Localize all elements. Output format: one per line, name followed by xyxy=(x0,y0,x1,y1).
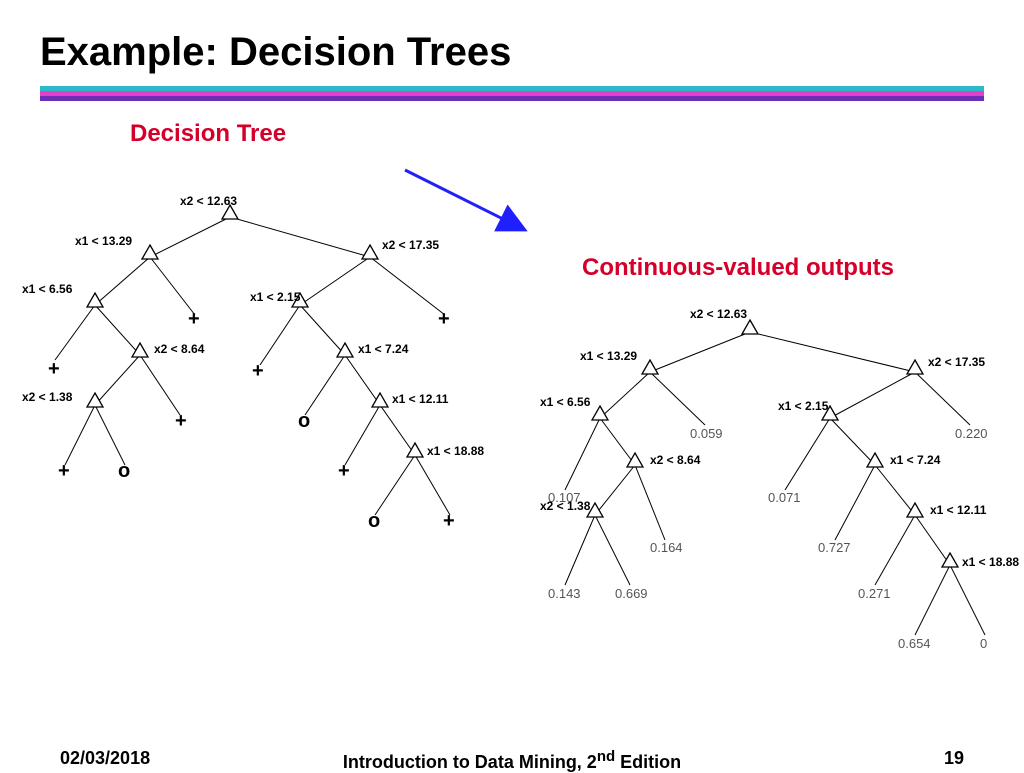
svg-text:x2 < 8.64: x2 < 8.64 xyxy=(650,453,701,467)
svg-text:0.071: 0.071 xyxy=(768,490,801,505)
svg-text:0.727: 0.727 xyxy=(818,540,851,555)
svg-text:x2 < 17.35: x2 < 17.35 xyxy=(382,238,439,252)
svg-text:x1 < 13.29: x1 < 13.29 xyxy=(580,349,637,363)
svg-text:x1 < 7.24: x1 < 7.24 xyxy=(890,453,941,467)
svg-text:x2 < 12.63: x2 < 12.63 xyxy=(180,194,237,208)
svg-text:o: o xyxy=(118,460,130,482)
svg-text:+: + xyxy=(252,360,264,382)
svg-text:0.654: 0.654 xyxy=(898,636,931,651)
svg-text:x1 < 6.56: x1 < 6.56 xyxy=(22,282,73,296)
slide-title: Example: Decision Trees xyxy=(40,30,511,75)
svg-text:+: + xyxy=(188,308,200,330)
svg-text:x1 < 18.88: x1 < 18.88 xyxy=(962,555,1019,569)
svg-text:x1 < 18.88: x1 < 18.88 xyxy=(427,444,484,458)
decision-tree-regression: x2 < 12.63 x1 < 13.29 x2 < 17.35 x1 < 6.… xyxy=(540,290,1020,710)
svg-text:0.164: 0.164 xyxy=(650,540,683,555)
svg-text:+: + xyxy=(58,460,70,482)
svg-text:x1 < 12.11: x1 < 12.11 xyxy=(392,392,449,406)
svg-text:x1 < 12.11: x1 < 12.11 xyxy=(930,503,987,517)
svg-text:x1 < 13.29: x1 < 13.29 xyxy=(75,234,132,248)
svg-text:x2 < 1.38: x2 < 1.38 xyxy=(22,390,73,404)
svg-text:+: + xyxy=(443,510,455,532)
svg-text:0.271: 0.271 xyxy=(858,586,891,601)
svg-text:0: 0 xyxy=(980,636,987,651)
svg-text:x2 < 17.35: x2 < 17.35 xyxy=(928,355,985,369)
decision-tree-classification: x2 < 12.63 x1 < 13.29 x2 < 17.35 x1 < 6.… xyxy=(20,175,500,595)
subtitle-right: Continuous-valued outputs xyxy=(582,254,894,282)
svg-text:+: + xyxy=(48,358,60,380)
svg-text:+: + xyxy=(438,308,450,330)
svg-text:0.107: 0.107 xyxy=(548,490,581,505)
svg-text:o: o xyxy=(298,410,310,432)
subtitle-left: Decision Tree xyxy=(130,120,286,148)
footer-page: 19 xyxy=(944,748,964,769)
svg-text:x1 < 2.15: x1 < 2.15 xyxy=(250,290,301,304)
svg-text:x1 < 2.15: x1 < 2.15 xyxy=(778,399,829,413)
svg-text:+: + xyxy=(338,460,350,482)
svg-text:0.669: 0.669 xyxy=(615,586,648,601)
svg-text:0.220: 0.220 xyxy=(955,426,988,441)
svg-text:x1 < 7.24: x1 < 7.24 xyxy=(358,342,409,356)
divider-purple xyxy=(40,96,984,101)
footer-book: Introduction to Data Mining, 2nd Edition xyxy=(0,748,1024,773)
svg-text:0.059: 0.059 xyxy=(690,426,723,441)
svg-text:0.143: 0.143 xyxy=(548,586,581,601)
svg-text:o: o xyxy=(368,510,380,532)
svg-text:x2 < 8.64: x2 < 8.64 xyxy=(154,342,205,356)
svg-text:+: + xyxy=(175,410,187,432)
svg-text:x2 < 12.63: x2 < 12.63 xyxy=(690,307,747,321)
svg-text:x1 < 6.56: x1 < 6.56 xyxy=(540,395,591,409)
